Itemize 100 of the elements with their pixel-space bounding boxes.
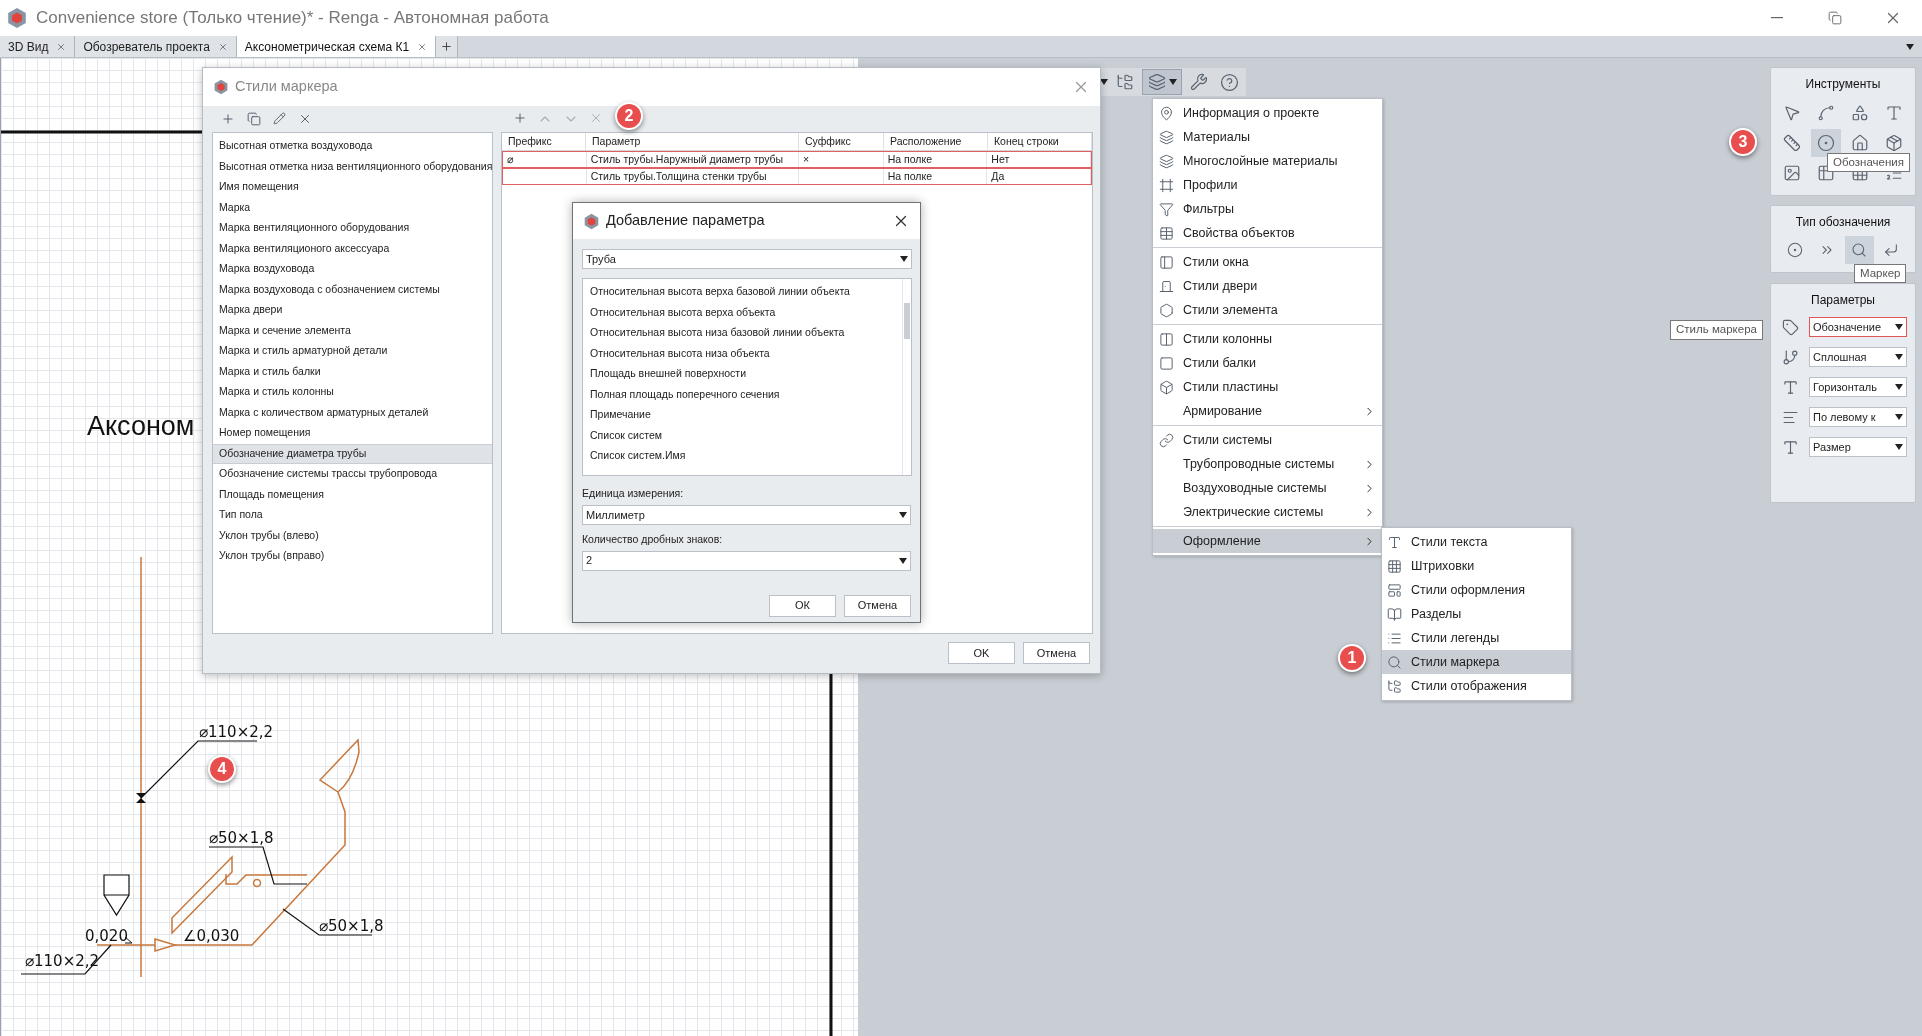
styles-dropdown-button[interactable]: [1142, 69, 1182, 95]
list-item[interactable]: Площадь помещения: [213, 484, 492, 505]
menu-item[interactable]: Материалы: [1153, 125, 1382, 149]
list-item[interactable]: Марка и сечение элемента: [213, 320, 492, 341]
list-item[interactable]: Обозначение диаметра трубы: [213, 443, 492, 464]
column-header: Параметр: [586, 133, 799, 150]
list-item[interactable]: Марка вентиляционого аксессуара: [213, 238, 492, 259]
type-icon: [1781, 378, 1799, 396]
list-item[interactable]: Марка воздуховода с обозначением системы: [213, 279, 492, 300]
dropdown-field[interactable]: По левому к: [1809, 407, 1907, 427]
menu-item[interactable]: Многослойные материалы: [1153, 149, 1382, 173]
menu-item[interactable]: Стили балки: [1153, 351, 1382, 375]
type-button[interactable]: [1844, 236, 1874, 264]
add-button[interactable]: [221, 112, 235, 126]
list-item[interactable]: Обозначение системы трассы трубопровода: [213, 464, 492, 485]
menu-item[interactable]: Армирование: [1153, 399, 1382, 423]
list-item[interactable]: Марка с количеством арматурных деталей: [213, 402, 492, 423]
menu-item[interactable]: Стили элемента: [1153, 298, 1382, 322]
document-tab[interactable]: Аксонометрическая схема К1: [236, 36, 437, 57]
menu-item[interactable]: Воздуховодные системы: [1153, 476, 1382, 500]
list-item[interactable]: Относительная высота верха базовой линии объекта: [590, 282, 902, 303]
panel-title: Инструменты: [1805, 76, 1881, 93]
list-item[interactable]: Марка двери: [213, 300, 492, 321]
edit-button[interactable]: [273, 112, 286, 126]
menu-item[interactable]: Стили колонны: [1153, 327, 1382, 351]
list-item[interactable]: Полная площадь поперечного сечения: [590, 384, 902, 405]
list-item[interactable]: Марка вентиляционного оборудования: [213, 218, 492, 239]
column-header: Расположение: [884, 133, 988, 150]
caret-icon: [1895, 444, 1903, 450]
menu-item[interactable]: Фильтры: [1153, 197, 1382, 221]
list-item[interactable]: Площадь внешней поверхности: [590, 364, 902, 385]
list-item[interactable]: Марка воздуховода: [213, 259, 492, 280]
document-tab[interactable]: 3D Вид: [0, 36, 76, 57]
menu-item[interactable]: Электрические системы: [1153, 500, 1382, 524]
menu-item[interactable]: Стили маркера: [1382, 650, 1571, 674]
field-label: Единица измерения:: [582, 486, 685, 501]
menu-item[interactable]: Профили: [1153, 173, 1382, 197]
dropdown-field[interactable]: Размер: [1809, 437, 1907, 457]
dimension-label: 0,020: [85, 927, 128, 945]
list-item[interactable]: Высотная отметка низа вентиляционного оборудования: [213, 156, 492, 177]
dialog-button[interactable]: Отмена: [844, 594, 911, 617]
dropdown-field[interactable]: Сплошная: [1809, 347, 1907, 367]
menu-item[interactable]: Стили двери: [1153, 274, 1382, 298]
delete-icon: [298, 112, 312, 126]
menu-item[interactable]: Свойства объектов: [1153, 221, 1382, 245]
new-tab-button[interactable]: [436, 36, 459, 57]
list-item[interactable]: Тип пола: [213, 505, 492, 526]
duplicate-button[interactable]: [247, 112, 261, 126]
menu-item[interactable]: Разделы: [1382, 602, 1571, 626]
table-cell-text: Да: [991, 168, 1005, 184]
curve-icon: [1817, 104, 1835, 122]
table-row[interactable]: ⌀ Стиль трубы.Наружный диаметр трубы × На полке Нет: [502, 151, 1092, 168]
caret-icon: [1895, 384, 1903, 390]
dropdown-field[interactable]: Обозначение: [1809, 317, 1907, 337]
list-item[interactable]: Марка и стиль балки: [213, 361, 492, 382]
menu-item[interactable]: Стили системы: [1153, 428, 1382, 452]
list-item[interactable]: Список систем.Имя: [590, 446, 902, 467]
table-row[interactable]: Стиль трубы.Толщина стенки трубы На полке Да: [502, 168, 1092, 185]
list-item[interactable]: Марка и стиль арматурной детали: [213, 341, 492, 362]
dimension-label: ∠0,030: [183, 927, 240, 945]
menu-item[interactable]: Стили пластины: [1153, 375, 1382, 399]
minimize-icon: [1771, 17, 1783, 19]
menu-item[interactable]: Стили окна: [1153, 250, 1382, 274]
list-item[interactable]: Уклон трубы (вправо): [213, 546, 492, 567]
list-item[interactable]: Марка и стиль колонны: [213, 382, 492, 403]
dropdown-field[interactable]: 2: [582, 550, 911, 571]
list-item[interactable]: Примечание: [590, 405, 902, 426]
list-item[interactable]: Относительная высота верха объекта: [590, 302, 902, 323]
list-item[interactable]: Уклон трубы (влево): [213, 525, 492, 546]
menu-item[interactable]: Информация о проекте: [1153, 101, 1382, 125]
menu-item[interactable]: Трубопроводные системы: [1153, 452, 1382, 476]
dropdown-field[interactable]: Миллиметр: [582, 504, 911, 525]
list-item[interactable]: Относительная высота низа объекта: [590, 343, 902, 364]
scrollbar[interactable]: [902, 279, 911, 475]
menu-item[interactable]: Стили оформления: [1382, 578, 1571, 602]
dimension-label: ⌀110×2,2: [199, 723, 274, 741]
step-badge: 3: [1729, 128, 1757, 156]
tool-button[interactable]: [1811, 129, 1841, 157]
menu-item[interactable]: Стили текста: [1382, 530, 1571, 554]
list-item[interactable]: Марка: [213, 197, 492, 218]
dialog-button[interactable]: ОК: [769, 594, 836, 617]
document-tab[interactable]: Обозреватель проекта: [75, 36, 237, 57]
house-icon: [1851, 134, 1869, 152]
dropdown-field[interactable]: Горизонталь: [1809, 377, 1907, 397]
list-item[interactable]: Высотная отметка воздуховода: [213, 136, 492, 157]
list-item[interactable]: Относительная высота низа базовой линии объекта: [590, 323, 902, 344]
menu-item[interactable]: Оформление: [1153, 529, 1382, 553]
menu-item[interactable]: Штриховки: [1382, 554, 1571, 578]
corner-arrow-icon: [1883, 242, 1899, 258]
dialog-button[interactable]: OK: [948, 642, 1015, 664]
delete-button[interactable]: [298, 112, 312, 126]
list-item[interactable]: Имя помещения: [213, 177, 492, 198]
menu-item[interactable]: Стили легенды: [1382, 626, 1571, 650]
list-item[interactable]: Номер помещения: [213, 423, 492, 444]
dropdown-field[interactable]: Труба: [582, 249, 912, 269]
list-item[interactable]: Список систем: [590, 425, 902, 446]
dialog-button[interactable]: Отмена: [1023, 642, 1090, 664]
menu-item[interactable]: Стили отображения: [1382, 674, 1571, 698]
door-icon: [1159, 278, 1174, 294]
tag-icon: [1781, 318, 1799, 336]
